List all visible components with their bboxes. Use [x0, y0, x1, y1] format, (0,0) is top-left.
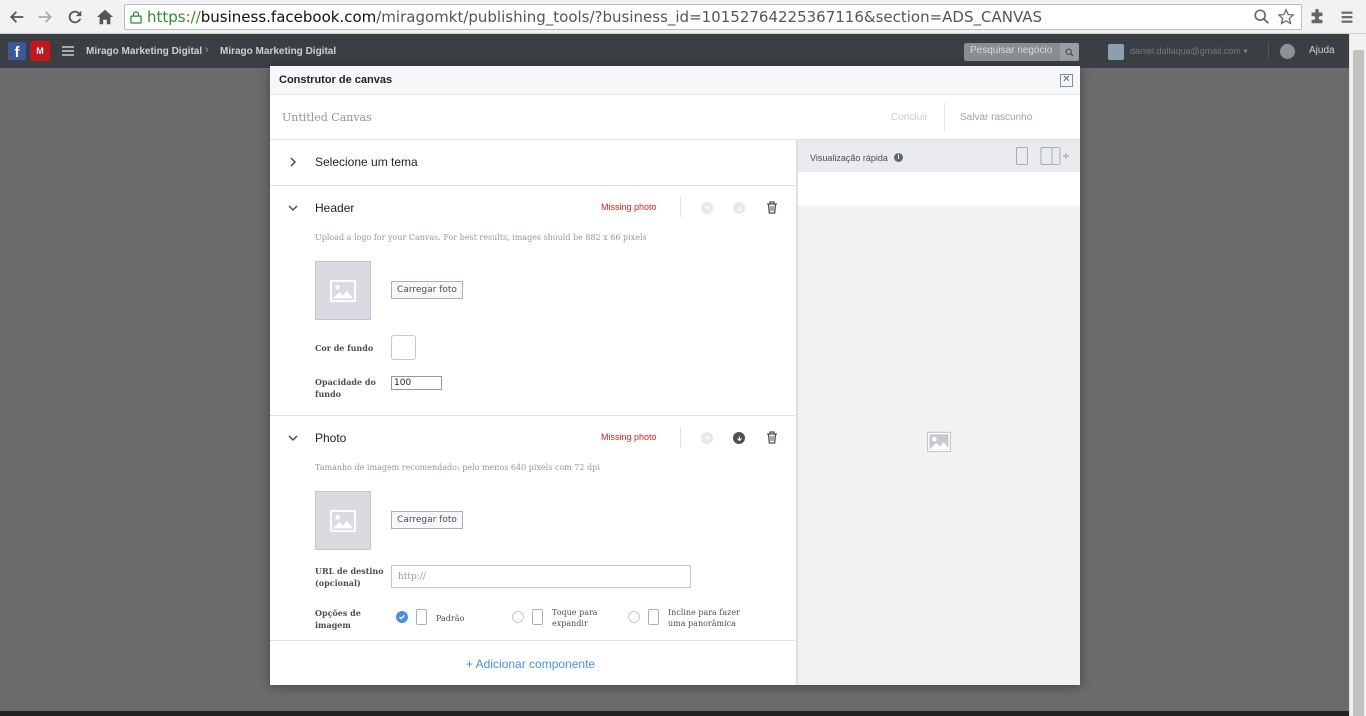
canvas-name-field[interactable]: Untitled Canvas — [282, 111, 372, 124]
photo-missing-photo-status: Missing photo — [601, 432, 657, 442]
photo-placeholder — [315, 491, 371, 550]
move-down-icon[interactable] — [733, 432, 745, 444]
phone-tap-expand-icon — [532, 609, 543, 625]
dialog-header: Construtor de canvas ✕ — [270, 66, 1080, 95]
image-icon — [330, 279, 356, 302]
header-missing-photo-status: Missing photo — [601, 202, 657, 212]
image-options-label: Opções de imagem — [315, 608, 361, 630]
preview-header: Visualização rápida i — [798, 140, 1080, 172]
topbar-divider — [1268, 42, 1269, 60]
business-top-bar: f M Mirago Marketing Digital › Mirago Ma… — [0, 34, 1349, 68]
phone-preview-icon[interactable] — [1016, 147, 1028, 165]
user-avatar[interactable] — [1108, 44, 1124, 60]
dialog-title: Construtor de canvas — [279, 74, 393, 86]
trash-icon[interactable] — [766, 201, 778, 214]
header-component: Header Missing photo Upload a logo for y… — [270, 186, 796, 416]
preview-image-icon — [926, 431, 952, 453]
help-link[interactable]: Ajuda — [1309, 45, 1335, 56]
trash-icon[interactable] — [766, 431, 778, 444]
move-up-icon[interactable] — [701, 432, 713, 444]
back-arrow-icon[interactable] — [6, 6, 28, 28]
globe-icon[interactable] — [1280, 44, 1295, 59]
image-option-tap-label: Toque para expandir — [552, 608, 598, 628]
chevron-down-icon[interactable] — [288, 433, 298, 443]
toolbar-divider — [944, 103, 945, 131]
move-down-icon[interactable] — [733, 202, 745, 214]
extension-puzzle-icon[interactable] — [1306, 6, 1328, 28]
canvas-toolbar: Untitled Canvas Concluir Salvar rascunho — [270, 95, 1080, 140]
section-divider — [680, 427, 681, 447]
page-scrollbar[interactable] — [1349, 34, 1366, 716]
reload-icon[interactable] — [64, 6, 86, 28]
zoom-icon[interactable] — [1253, 8, 1271, 29]
scrollbar-thumb[interactable] — [1353, 50, 1364, 716]
done-button[interactable]: Concluir — [891, 112, 928, 123]
theme-section-label: Selecione um tema — [315, 155, 418, 169]
image-option-tilt-label: Incline para fazer uma panorâmica — [668, 608, 740, 628]
hamburger-menu-icon[interactable] — [62, 46, 74, 56]
business-logo[interactable]: M — [30, 41, 50, 61]
address-bar[interactable]: https://business.facebook.com/miragomkt/… — [124, 4, 1302, 30]
phone-tilt-pan-icon — [648, 609, 659, 625]
breadcrumb-chevron-icon: › — [205, 44, 209, 56]
preview-header-area — [798, 172, 1080, 206]
save-draft-button[interactable]: Salvar rascunho — [960, 112, 1032, 123]
photo-component-label: Photo — [315, 431, 347, 445]
header-upload-photo-button[interactable]: Carregar foto — [391, 281, 463, 299]
browser-toolbar: https://business.facebook.com/miragomkt/… — [0, 0, 1366, 34]
header-photo-placeholder — [315, 261, 371, 320]
facebook-logo-icon[interactable]: f — [8, 42, 26, 60]
multi-device-preview-icon[interactable] — [1040, 147, 1070, 165]
breadcrumb-page[interactable]: Mirago Marketing Digital — [220, 46, 336, 57]
move-up-icon[interactable] — [701, 202, 713, 214]
chevron-right-icon[interactable] — [288, 157, 298, 167]
lock-icon — [125, 10, 147, 24]
bottom-strip — [0, 711, 1349, 716]
image-option-default-label: Padrão — [436, 614, 465, 623]
component-editor: Selecione um tema Header Missing photo U… — [270, 140, 796, 685]
search-icon[interactable] — [1060, 43, 1079, 61]
photo-component: Photo Missing photo Tamanho de imagem re… — [270, 416, 796, 640]
bookmark-star-icon[interactable] — [1277, 8, 1295, 29]
bg-color-label: Cor de fundo — [315, 343, 374, 353]
menu-icon[interactable] — [1336, 6, 1358, 28]
close-icon[interactable]: ✕ — [1060, 74, 1073, 87]
add-component-button[interactable]: + Adicionar componente — [466, 657, 595, 671]
canvas-builder-dialog: Construtor de canvas ✕ Untitled Canvas C… — [270, 66, 1080, 685]
header-hint-text: Upload a logo for your Canvas. For best … — [315, 233, 647, 242]
bg-color-swatch[interactable] — [391, 335, 416, 360]
image-icon — [330, 509, 356, 532]
photo-upload-photo-button[interactable]: Carregar foto — [391, 511, 463, 529]
image-option-default-radio[interactable] — [396, 611, 408, 623]
section-divider — [680, 197, 681, 217]
phone-default-icon — [416, 609, 427, 625]
quick-preview-panel: Visualização rápida i — [796, 140, 1080, 685]
chevron-down-icon[interactable] — [288, 203, 298, 213]
info-icon[interactable]: i — [894, 153, 903, 162]
add-component-row: + Adicionar componente — [270, 640, 796, 685]
destination-url-input[interactable]: http:// — [391, 565, 691, 588]
image-option-tilt-radio[interactable] — [628, 611, 640, 623]
business-search-input[interactable]: Pesquisar negócio — [964, 43, 1060, 61]
destination-url-label: URL de destino (opcional) — [315, 566, 384, 588]
header-component-label: Header — [315, 201, 355, 215]
breadcrumb-business[interactable]: Mirago Marketing Digital — [86, 46, 202, 57]
bg-opacity-label: Opacidade do fundo — [315, 377, 376, 399]
home-icon[interactable] — [94, 6, 116, 28]
theme-section[interactable]: Selecione um tema — [270, 140, 796, 186]
forward-arrow-icon[interactable] — [34, 6, 56, 28]
bg-opacity-input[interactable]: 100 — [391, 376, 442, 390]
photo-hint-text: Tamanho de imagem recomendado: pelo meno… — [315, 463, 600, 472]
url-text: https://business.facebook.com/miragomkt/… — [147, 8, 1043, 26]
user-account-menu[interactable]: daniel.dallaqua@gmail.com ▾ — [1130, 46, 1248, 57]
preview-title: Visualização rápida — [810, 153, 888, 163]
image-option-tap-radio[interactable] — [512, 611, 524, 623]
